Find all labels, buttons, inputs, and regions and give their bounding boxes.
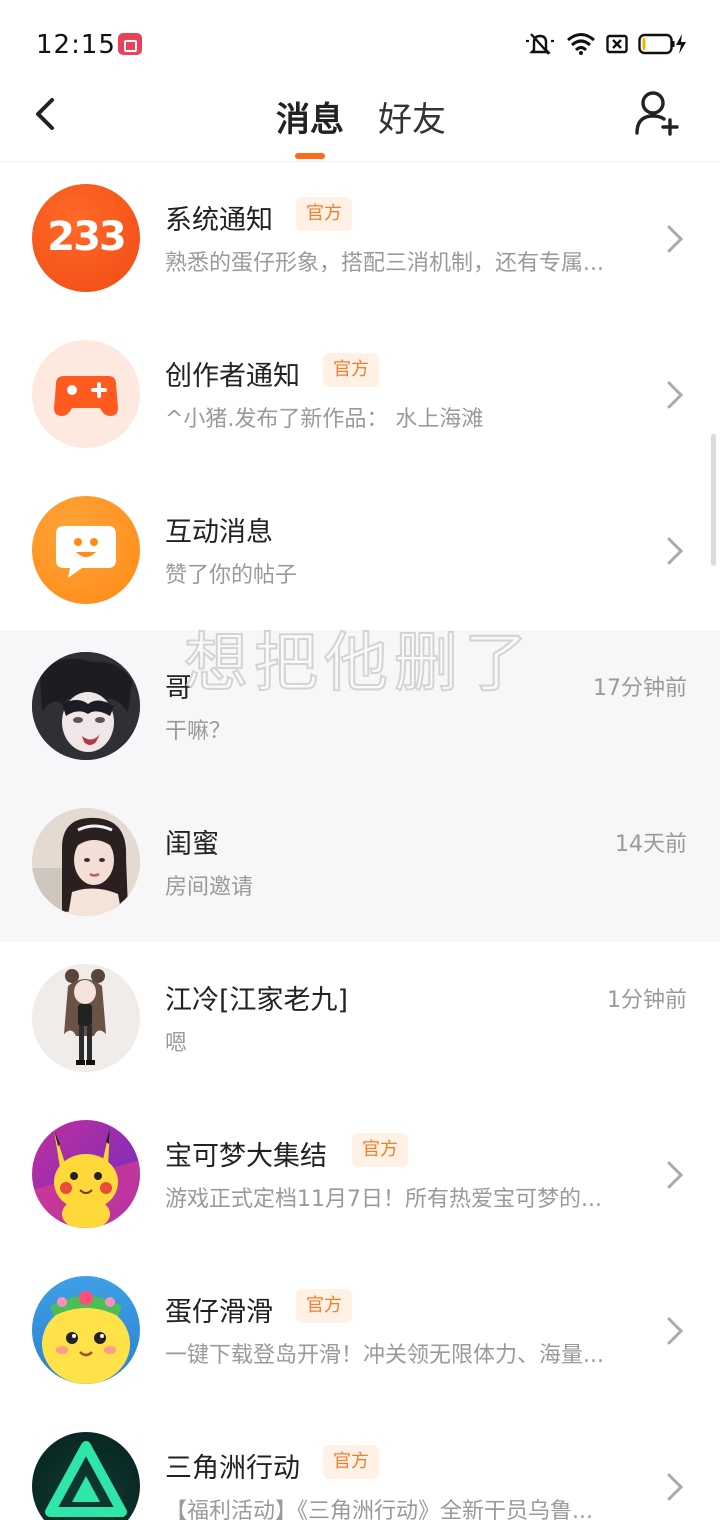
active-tab-indicator	[295, 153, 325, 159]
message-list: 233 系统通知 官方 熟悉的蛋仔形象，搭配三消机制，还有专属... 创作者通知…	[0, 162, 720, 1520]
chevron-right-icon	[667, 381, 684, 409]
official-badge: 官方	[323, 1445, 379, 1479]
overlay-caption: 想把他删了	[183, 626, 534, 702]
row-title: 三角洲行动	[165, 1453, 300, 1484]
official-badge: 官方	[352, 1133, 408, 1167]
mute-bell-icon	[526, 33, 554, 55]
gamepad-icon	[32, 340, 140, 448]
girl-photo-avatar	[32, 808, 140, 916]
eggy-avatar	[32, 1276, 140, 1384]
message-row-system-notice[interactable]: 233 系统通知 官方 熟悉的蛋仔形象，搭配三消机制，还有专属...	[0, 162, 720, 318]
delta-force-logo-icon	[32, 1432, 140, 1520]
message-row-creator-notice[interactable]: 创作者通知 官方 ^小猪.发布了新作品： 水上海滩	[0, 318, 720, 474]
tab-messages[interactable]: 消息	[276, 92, 344, 141]
row-time: 14天前	[615, 832, 687, 857]
message-row-eggy-slide[interactable]: 蛋仔滑滑 官方 一键下载登岛开滑！冲关领无限体力、海量...	[0, 1254, 720, 1410]
top-nav: 消息 好友	[0, 88, 720, 162]
battery-charging-icon	[638, 33, 686, 55]
233-logo-icon: 233	[32, 184, 140, 292]
anime-boy-avatar	[32, 652, 140, 760]
row-subtitle: ^小猪.发布了新作品： 水上海滩	[165, 407, 484, 432]
chevron-right-icon	[667, 1317, 684, 1345]
add-friend-icon[interactable]	[632, 88, 682, 138]
chat-bubble-smile-icon	[32, 496, 140, 604]
row-title: 闺蜜	[165, 829, 219, 860]
wifi-icon	[567, 33, 595, 55]
row-title: 宝可梦大集结	[165, 1141, 327, 1172]
sim-blocked-icon	[606, 34, 628, 54]
row-title: 系统通知	[165, 205, 273, 236]
message-row-pokemon-unite[interactable]: 宝可梦大集结 官方 游戏正式定档11月7日！所有热爱宝可梦的...	[0, 1098, 720, 1254]
row-subtitle: 赞了你的帖子	[165, 563, 298, 588]
message-row-interactions[interactable]: 互动消息 赞了你的帖子	[0, 474, 720, 630]
row-subtitle: 【福利活动】《三角洲行动》全新干员乌鲁...	[165, 1499, 593, 1520]
row-subtitle: 干嘛？	[165, 719, 232, 744]
back-arrow-icon[interactable]	[26, 92, 70, 136]
chevron-right-icon	[667, 225, 684, 253]
chevron-right-icon	[667, 537, 684, 565]
row-title: 创作者通知	[165, 361, 300, 392]
chevron-right-icon	[667, 1161, 684, 1189]
status-time: 12:15	[36, 30, 116, 60]
tab-friends[interactable]: 好友	[378, 92, 446, 141]
row-time: 1分钟前	[607, 988, 687, 1013]
doll-figure-avatar	[32, 964, 140, 1072]
row-subtitle: 嗯	[165, 1031, 188, 1056]
row-subtitle: 游戏正式定档11月7日！所有热爱宝可梦的...	[165, 1187, 602, 1212]
row-time: 17分钟前	[593, 676, 687, 701]
official-badge: 官方	[296, 197, 352, 231]
row-subtitle: 房间邀请	[165, 875, 254, 900]
status-bar: 12:15	[0, 0, 720, 88]
pikachu-avatar	[32, 1120, 140, 1228]
status-icons	[524, 30, 688, 58]
official-badge: 官方	[323, 353, 379, 387]
row-subtitle: 熟悉的蛋仔形象，搭配三消机制，还有专属...	[165, 251, 604, 276]
message-row-chat[interactable]: 江冷[江家老九] 嗯 1分钟前	[0, 942, 720, 1098]
message-row-delta-force[interactable]: 三角洲行动 官方 【福利活动】《三角洲行动》全新干员乌鲁...	[0, 1410, 720, 1520]
row-title: 江冷[江家老九]	[165, 985, 349, 1016]
row-subtitle: 一键下载登岛开滑！冲关领无限体力、海量...	[165, 1343, 604, 1368]
row-title: 互动消息	[165, 517, 273, 548]
message-row-chat[interactable]: 闺蜜 房间邀请 14天前	[0, 786, 720, 942]
scrollbar[interactable]	[711, 434, 716, 566]
official-badge: 官方	[296, 1289, 352, 1323]
chevron-right-icon	[667, 1473, 684, 1501]
row-title: 蛋仔滑滑	[165, 1297, 273, 1328]
screen-record-icon	[118, 33, 142, 55]
